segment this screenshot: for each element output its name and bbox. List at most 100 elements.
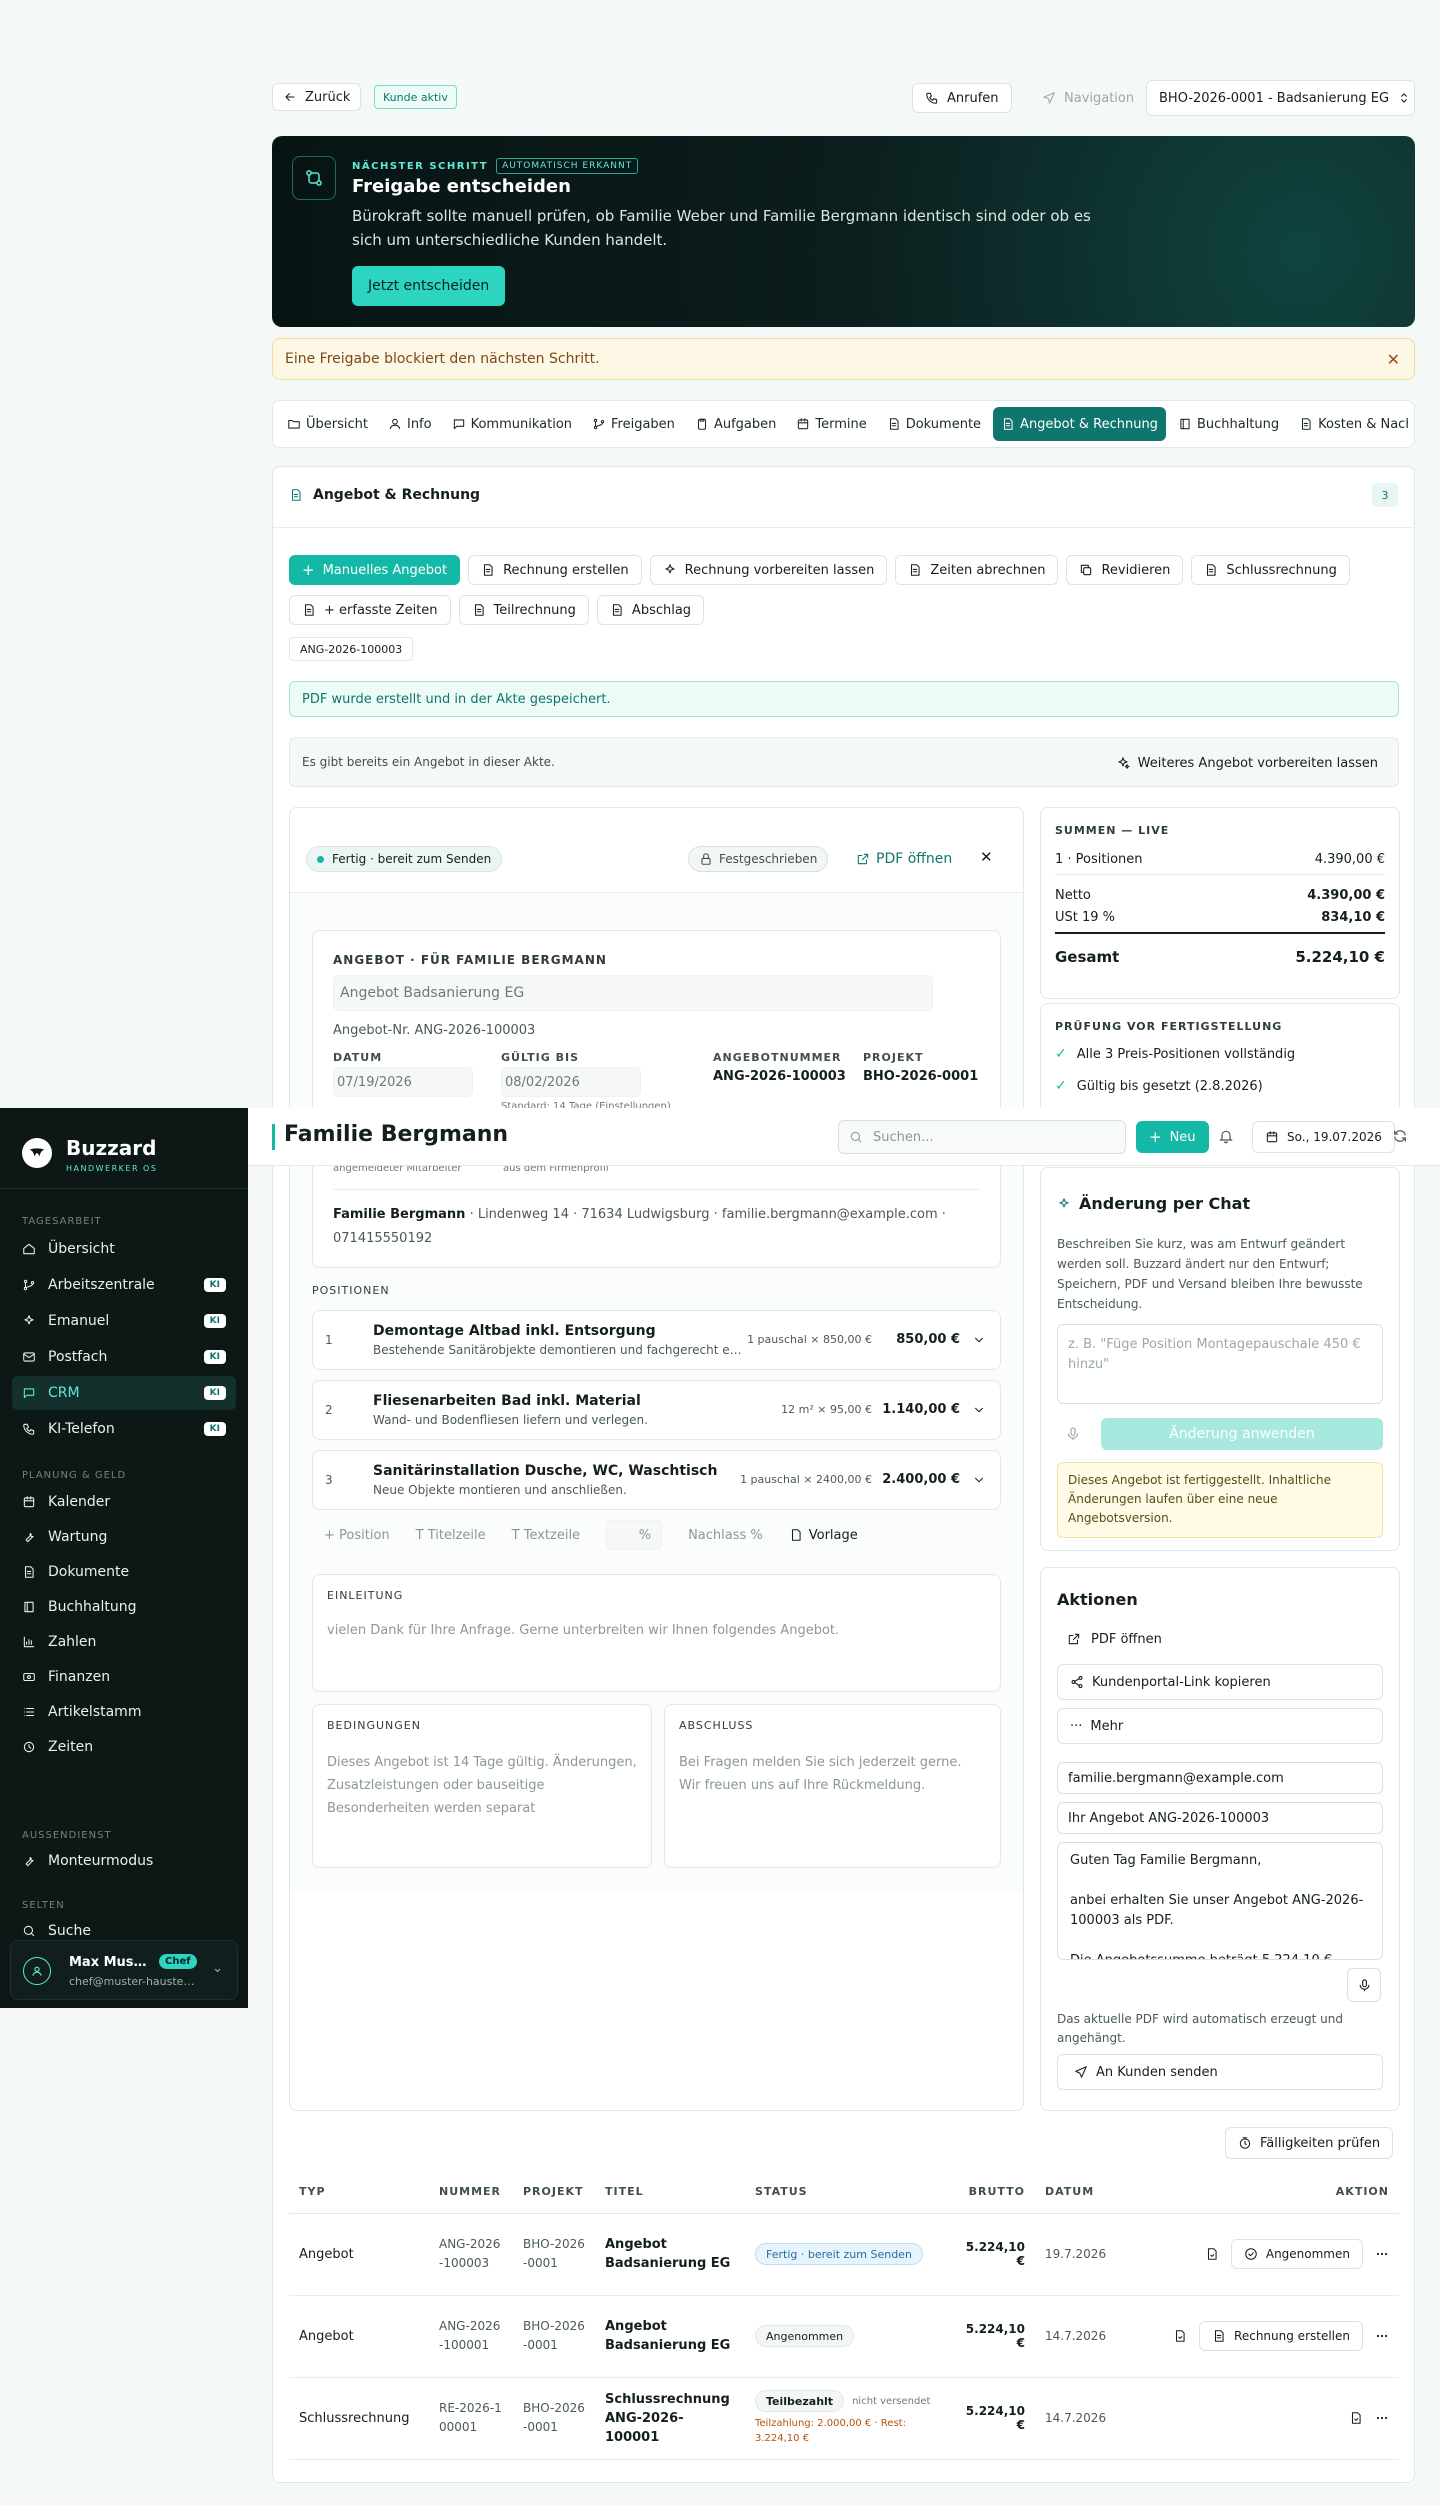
check-due-dates-button[interactable]: Fälligkeiten prüfen [1225, 2127, 1394, 2159]
position-row[interactable]: 3 Sanitärinstallation Dusche, WC, Waschti… [312, 1450, 1001, 1510]
file-pdf-icon[interactable] [1205, 2247, 1219, 2261]
nav-numbers[interactable]: Zahlen [12, 1625, 236, 1659]
tab-costs[interactable]: Kosten & Nachkalk [1291, 407, 1408, 441]
nav-accounting[interactable]: Buchhaltung [12, 1590, 236, 1624]
close-editor-icon[interactable]: ✕ [980, 848, 993, 866]
accept-button[interactable]: Angenommen [1230, 2239, 1363, 2269]
offer-title-input[interactable]: Angebot Badsanierung EG [333, 975, 933, 1011]
file-pdf-icon[interactable] [1349, 2411, 1363, 2425]
position-number: 2 [325, 1403, 333, 1417]
more-icon[interactable] [1375, 2411, 1389, 2425]
close-icon[interactable]: ✕ [1387, 350, 1400, 369]
tab-tasks[interactable]: Aufgaben [687, 407, 784, 441]
navigation-button[interactable]: Navigation [1032, 83, 1144, 113]
recipient-email-input[interactable]: familie.bergmann@example.com [1057, 1762, 1383, 1794]
nav-overview[interactable]: Übersicht [12, 1232, 236, 1266]
date-button[interactable]: So., 19.07.2026 [1252, 1121, 1395, 1153]
pdf-open-button[interactable]: PDF öffnen [1057, 1624, 1172, 1654]
project-select[interactable]: BHO-2026-0001 - Badsanierung EG [1146, 80, 1415, 116]
final-invoice-button[interactable]: Schlussrechnung [1191, 555, 1350, 585]
file-pdf-icon[interactable] [1173, 2329, 1187, 2343]
document-chip[interactable]: ANG-2026-100003 [289, 637, 414, 661]
document-icon [302, 603, 316, 617]
tab-overview[interactable]: Übersicht [279, 407, 376, 441]
table-row[interactable]: Angebot ANG-2026-100001 BHO-2026-0001 Angeb… [289, 2295, 1399, 2377]
intro-textarea[interactable]: vielen Dank für Ihre Anfrage. Gerne unte… [327, 1623, 987, 1638]
email-body-textarea[interactable]: Guten Tag Familie Bergmann, anbei erhalt… [1057, 1842, 1383, 1960]
table-row[interactable]: Angebot ANG-2026-100003 BHO-2026-0001 Angeb… [289, 2213, 1399, 2295]
tab-accounting[interactable]: Buchhaltung [1170, 407, 1287, 441]
tab-offer-invoice[interactable]: Angebot & Rechnung [993, 407, 1166, 441]
tab-communication[interactable]: Kommunikation [444, 407, 580, 441]
nav-fitter-mode[interactable]: Monteurmodus [12, 1844, 236, 1878]
tab-documents[interactable]: Dokumente [879, 407, 989, 441]
template-button[interactable]: Vorlage [789, 1528, 858, 1543]
create-invoice-button[interactable]: Rechnung erstellen [1199, 2321, 1363, 2351]
table-row[interactable]: Schlussrechnung RE-2026-100001 BHO-2026-00… [289, 2377, 1399, 2459]
more-icon[interactable] [1375, 2247, 1389, 2261]
prepare-invoice-button[interactable]: Rechnung vorbereiten lassen [649, 555, 888, 585]
apply-change-button[interactable]: Änderung anwenden [1101, 1418, 1383, 1450]
user-menu[interactable]: Max Mus… Chef chef@muster-hauste… ⌄ [10, 1940, 238, 2000]
nav-documents[interactable]: Dokumente [12, 1555, 236, 1589]
position-row[interactable]: 1 Demontage Altbad inkl. Entsorgung Besteh… [312, 1310, 1001, 1370]
call-button[interactable]: Anrufen [912, 83, 1012, 113]
bell-icon[interactable] [1218, 1128, 1234, 1148]
intro-card: EINLEITUNG vielen Dank für Ihre Anfrage.… [312, 1574, 1001, 1692]
decide-now-button[interactable]: Jetzt entscheiden [352, 266, 506, 306]
nav-ki-phone[interactable]: KI-Telefon KI [12, 1412, 236, 1446]
nav-emanuel[interactable]: Emanuel KI [12, 1304, 236, 1338]
document-icon [1001, 417, 1015, 431]
create-invoice-button[interactable]: Rechnung erstellen [468, 555, 642, 585]
nav-crm[interactable]: CRM KI [12, 1376, 236, 1410]
tab-appointments[interactable]: Termine [788, 407, 874, 441]
tab-info[interactable]: Info [380, 407, 440, 441]
microphone-icon[interactable] [1065, 1426, 1081, 1446]
valid-until-label: GÜLTIG BIS [501, 1051, 580, 1064]
external-link-icon [856, 852, 870, 866]
position-row[interactable]: 2 Fliesenarbeiten Bad inkl. Material Wand-… [312, 1380, 1001, 1440]
document-icon [908, 563, 922, 577]
nav-finances[interactable]: Finanzen [12, 1660, 236, 1694]
cell-gross: 5.224,10 € [965, 2404, 1025, 2432]
email-subject-input[interactable]: Ihr Angebot ANG-2026-100003 [1057, 1802, 1383, 1834]
closing-textarea[interactable]: Bei Fragen melden Sie sich jederzeit ger… [679, 1751, 984, 1797]
pdf-open-link[interactable]: PDF öffnen [856, 846, 952, 872]
ki-badge: KI [203, 1422, 226, 1436]
add-position-button[interactable]: + Position [324, 1528, 390, 1543]
project-label: PROJEKT [863, 1051, 924, 1064]
microphone-icon[interactable] [1347, 1968, 1381, 2002]
nav-articles[interactable]: Artikelstamm [12, 1695, 236, 1729]
refresh-icon[interactable] [1392, 1128, 1408, 1148]
nav-inbox[interactable]: Postfach KI [12, 1340, 236, 1374]
chat-input[interactable]: z. B. "Füge Position Montagepauschale 45… [1057, 1324, 1383, 1404]
partial-invoice-button[interactable]: Teilrechnung [458, 595, 589, 625]
chevron-down-icon: ⌄ [212, 1961, 223, 1976]
revise-button[interactable]: Revidieren [1066, 555, 1184, 585]
more-button[interactable]: ··· Mehr [1057, 1708, 1383, 1744]
terms-textarea[interactable]: Dieses Angebot ist 14 Tage gültig. Änder… [327, 1751, 637, 1821]
prepare-another-offer-button[interactable]: Weiteres Angebot vorbereiten lassen [1108, 748, 1386, 778]
add-tracked-time-button[interactable]: + erfasste Zeiten [289, 595, 451, 625]
send-to-customer-button[interactable]: An Kunden senden [1057, 2054, 1383, 2090]
search-input[interactable]: Suchen... [838, 1120, 1126, 1154]
cal-icon [22, 1495, 36, 1509]
nav-calendar[interactable]: Kalender [12, 1485, 236, 1519]
nav-section-field: AUSSENDIENST [22, 1830, 112, 1841]
installment-button[interactable]: Abschlag [596, 595, 705, 625]
bill-time-button[interactable]: Zeiten abrechnen [895, 555, 1059, 585]
add-title-row-button[interactable]: T Titelzeile [416, 1528, 486, 1543]
copy-portal-link-button[interactable]: Kundenportal-Link kopieren [1057, 1664, 1383, 1700]
valid-until-input[interactable]: 08/02/2026 [501, 1067, 641, 1097]
add-text-row-button[interactable]: T Textzeile [512, 1528, 580, 1543]
nav-maintenance[interactable]: Wartung [12, 1520, 236, 1554]
tab-approvals[interactable]: Freigaben [584, 407, 683, 441]
nav-workcenter[interactable]: Arbeitszentrale KI [12, 1268, 236, 1302]
date-input[interactable]: 07/19/2026 [333, 1067, 473, 1097]
new-button[interactable]: + Neu [1136, 1121, 1209, 1153]
back-button[interactable]: Zurück [272, 83, 362, 111]
manual-offer-button[interactable]: + Manuelles Angebot [289, 555, 461, 585]
more-icon[interactable] [1375, 2329, 1389, 2343]
discount-input[interactable]: % [606, 1520, 663, 1550]
nav-times[interactable]: Zeiten [12, 1730, 236, 1764]
